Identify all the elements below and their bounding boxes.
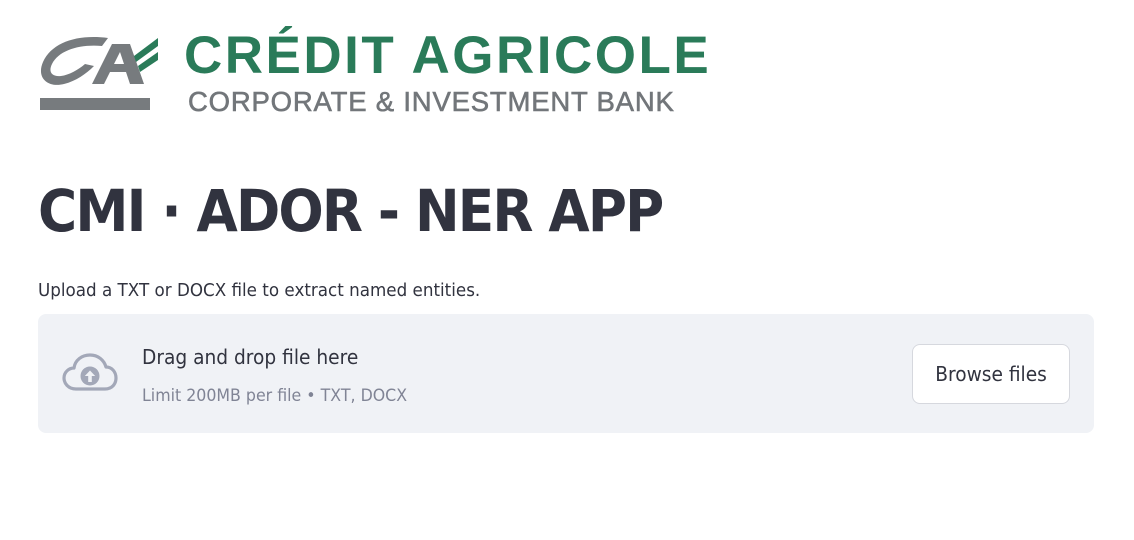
browse-files-label: Browse files xyxy=(935,362,1047,386)
dropzone-file-limit: Limit 200MB per file • TXT, DOCX xyxy=(142,386,408,406)
cloud-upload-icon xyxy=(62,353,118,391)
credit-agricole-logo: CRÉDIT AGRICOLE CORPORATE & INVESTMENT B… xyxy=(38,26,798,120)
file-uploader-dropzone[interactable]: Drag and drop file here Limit 200MB per … xyxy=(38,314,1094,433)
dropzone-instructions: Drag and drop file here xyxy=(142,345,359,369)
logo-brand-subtitle: CORPORATE & INVESTMENT BANK xyxy=(188,86,675,117)
logo-brand-name: CRÉDIT AGRICOLE xyxy=(184,26,712,85)
ca-logo-mark-icon xyxy=(40,37,158,110)
page-subtitle: Upload a TXT or DOCX file to extract nam… xyxy=(38,280,481,301)
page-title: CMI · ADOR - NER APP xyxy=(38,177,664,245)
browse-files-button[interactable]: Browse files xyxy=(912,344,1070,404)
